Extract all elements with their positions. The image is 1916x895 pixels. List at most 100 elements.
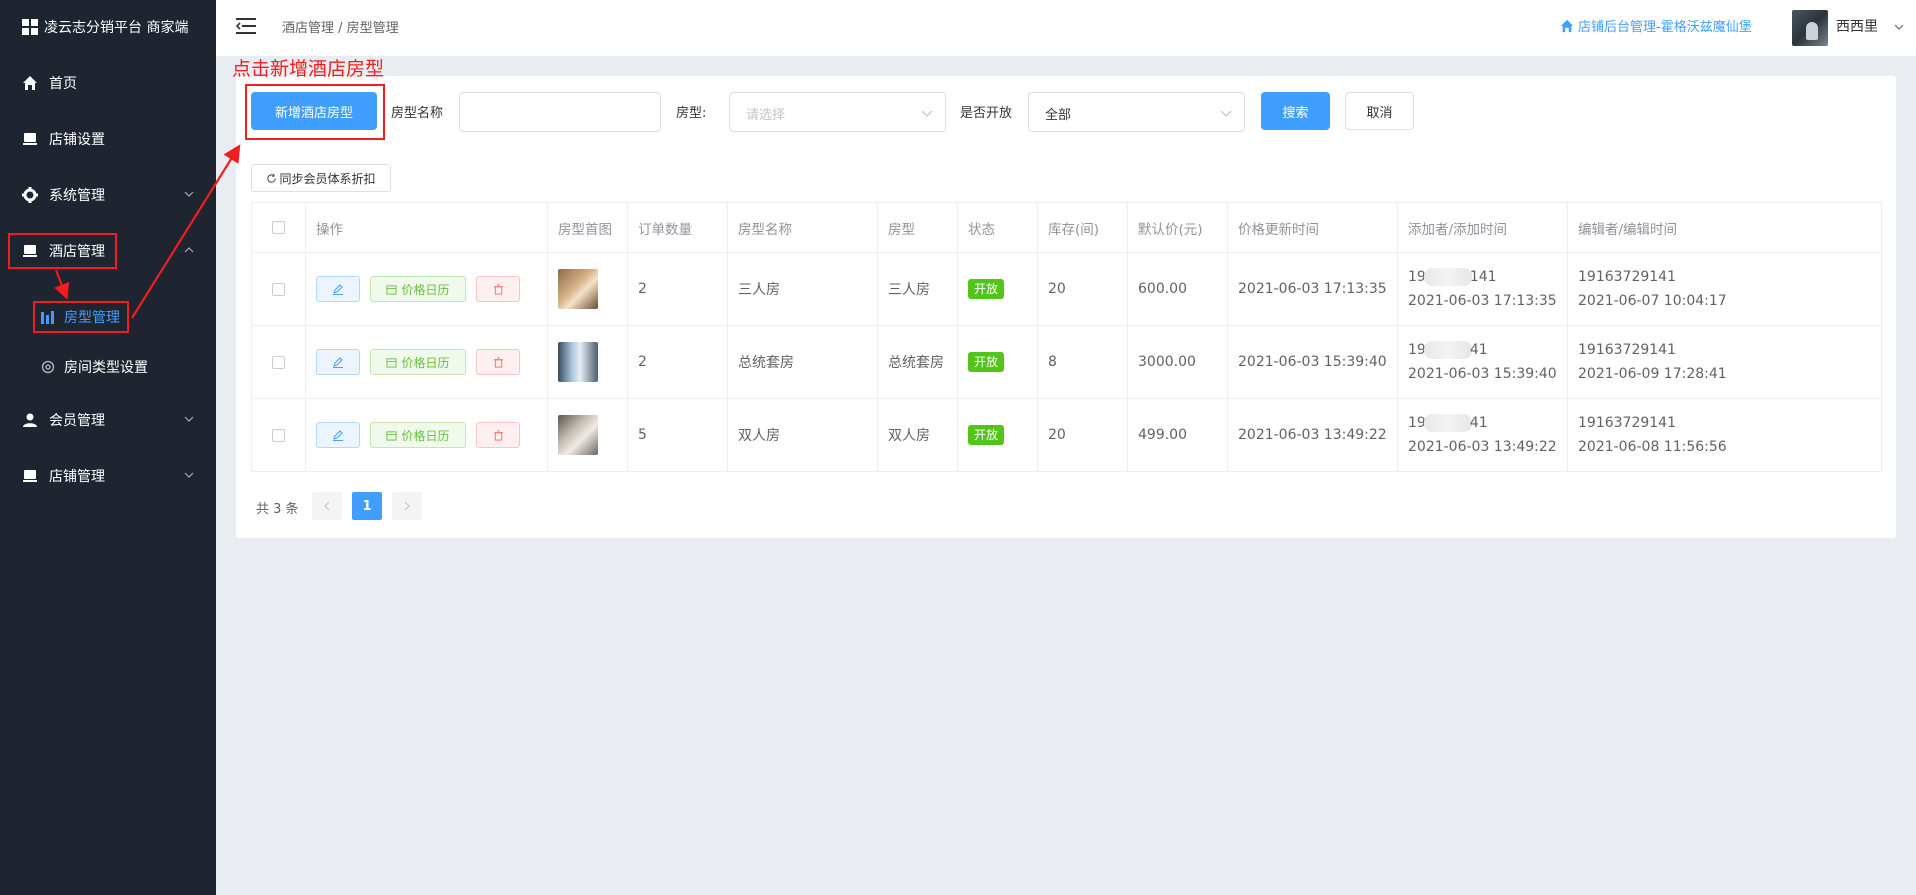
column-header: 订单数量	[627, 202, 728, 253]
room-type-cell: 总统套房	[877, 325, 958, 399]
add-room-type-button[interactable]: 新增酒店房型	[251, 92, 377, 130]
cancel-button[interactable]: 取消	[1345, 92, 1414, 130]
sidebar-item-home[interactable]: 首页	[0, 63, 216, 103]
thumbnail-cell	[547, 252, 628, 326]
sidebar-item-member[interactable]: 会员管理	[0, 400, 216, 440]
edited-time: 2021-06-07 10:04:17	[1578, 293, 1727, 309]
room-name-cell: 三人房	[727, 252, 878, 326]
column-header: 房型	[877, 202, 958, 253]
row-checkbox[interactable]	[272, 355, 285, 369]
status-cell: 开放	[957, 325, 1038, 399]
delete-button[interactable]	[476, 349, 520, 375]
redaction-mask	[1423, 268, 1472, 286]
prev-page-button[interactable]	[312, 492, 342, 520]
sidebar-item-label: 房型管理	[64, 310, 120, 326]
redaction-mask	[1423, 341, 1472, 359]
stock-cell: 20	[1037, 252, 1128, 326]
room-thumbnail[interactable]	[558, 342, 598, 382]
edit-button[interactable]	[316, 349, 360, 375]
edit-button[interactable]	[316, 276, 360, 302]
stock-cell: 8	[1037, 325, 1128, 399]
price-calendar-button[interactable]: 价格日历	[370, 349, 466, 375]
search-button[interactable]: 搜索	[1261, 92, 1330, 130]
sidebar-item-room-type[interactable]: 房型管理	[0, 297, 216, 337]
room-type-label: 房型:	[676, 106, 707, 121]
calendar-icon	[386, 357, 398, 368]
editor-cell: 19163729141 2021-06-07 10:04:17	[1567, 252, 1882, 326]
chevron-down-icon[interactable]	[1894, 22, 1904, 32]
select-all-checkbox[interactable]	[272, 221, 285, 234]
breadcrumb: 酒店管理 / 房型管理	[282, 21, 399, 36]
trash-icon	[493, 429, 503, 441]
delete-button[interactable]	[476, 422, 520, 448]
column-header: 房型首图	[547, 202, 628, 253]
adder-cell: 19 41 2021-06-03 15:39:40	[1397, 325, 1568, 399]
room-thumbnail[interactable]	[558, 415, 598, 455]
chevron-down-icon	[921, 110, 933, 117]
calendar-icon	[386, 430, 398, 441]
home-icon	[1560, 19, 1574, 32]
page-button-current[interactable]: 1	[352, 492, 382, 520]
username[interactable]: 西西里	[1836, 16, 1878, 36]
delete-button[interactable]	[476, 276, 520, 302]
room-type-placeholder: 请选择	[746, 108, 786, 123]
price-cell: 3000.00	[1127, 325, 1228, 399]
editor-cell: 19163729141 2021-06-08 11:56:56	[1567, 398, 1882, 472]
open-status-select[interactable]: 全部	[1028, 92, 1245, 132]
menu-fold-icon[interactable]	[236, 16, 258, 36]
price-updated-cell: 2021-06-03 17:13:35	[1227, 252, 1398, 326]
column-header: 默认价(元)	[1127, 202, 1228, 253]
bar-chart-icon	[41, 311, 54, 324]
price-calendar-button[interactable]: 价格日历	[370, 422, 466, 448]
edit-button[interactable]	[316, 422, 360, 448]
monitor-icon	[23, 470, 37, 482]
adder-cell: 19 141 2021-06-03 17:13:35	[1397, 252, 1568, 326]
chevron-down-icon	[184, 191, 194, 197]
editor-id: 19163729141	[1578, 415, 1676, 431]
sidebar-item-shop-settings[interactable]: 店铺设置	[0, 119, 216, 159]
redaction-mask	[1423, 414, 1472, 432]
room-type-cell: 双人房	[877, 398, 958, 472]
room-name-input[interactable]	[459, 92, 661, 132]
row-select-cell	[251, 398, 306, 472]
sync-member-discount-button[interactable]: 同步会员体系折扣	[251, 164, 391, 192]
sidebar-item-system[interactable]: 系统管理	[0, 175, 216, 215]
adder-id: 19 41	[1408, 341, 1488, 359]
sidebar-item-label: 酒店管理	[49, 244, 105, 260]
row-checkbox[interactable]	[272, 282, 285, 296]
table-row: 价格日历 2 总统套房 总统套房 开放 8 3000.00 2021-06-03…	[251, 325, 1882, 399]
added-time: 2021-06-03 15:39:40	[1408, 366, 1557, 382]
price-calendar-label: 价格日历	[401, 282, 450, 297]
avatar[interactable]	[1792, 10, 1828, 46]
thumbnail-cell	[547, 398, 628, 472]
calendar-icon	[386, 284, 398, 295]
room-thumbnail[interactable]	[558, 269, 598, 309]
price-updated-cell: 2021-06-03 13:49:22	[1227, 398, 1398, 472]
price-calendar-button[interactable]: 价格日历	[370, 276, 466, 302]
next-page-button[interactable]	[392, 492, 422, 520]
room-type-select[interactable]: 请选择	[729, 92, 946, 132]
price-cell: 499.00	[1127, 398, 1228, 472]
status-cell: 开放	[957, 252, 1038, 326]
sidebar-item-label: 房间类型设置	[64, 360, 148, 376]
row-checkbox[interactable]	[272, 428, 285, 442]
actions-cell: 价格日历	[305, 325, 548, 399]
sidebar-item-hotel[interactable]: 酒店管理	[0, 231, 216, 271]
added-time: 2021-06-03 13:49:22	[1408, 439, 1557, 455]
actions-cell: 价格日历	[305, 252, 548, 326]
grid-icon	[22, 19, 38, 35]
gear-icon	[22, 187, 38, 203]
annotation-text: 点击新增酒店房型	[232, 58, 385, 80]
sidebar-item-room-category[interactable]: 房间类型设置	[0, 347, 216, 387]
select-all-cell	[251, 202, 306, 253]
status-badge: 开放	[968, 352, 1005, 372]
sidebar-item-store[interactable]: 店铺管理	[0, 456, 216, 496]
stock-cell: 20	[1037, 398, 1128, 472]
shop-admin-link[interactable]: 店铺后台管理-霍格沃兹魔仙堡	[1560, 16, 1752, 35]
gear-outline-icon	[41, 360, 55, 374]
sidebar: 凌云志分销平台 商家端 首页 店铺设置 系统管理 酒店管理 房型管理 房间类型设…	[0, 0, 216, 895]
chevron-left-icon	[324, 501, 330, 511]
chevron-down-icon	[184, 416, 194, 422]
actions-cell: 价格日历	[305, 398, 548, 472]
sidebar-item-label: 店铺管理	[49, 469, 105, 485]
